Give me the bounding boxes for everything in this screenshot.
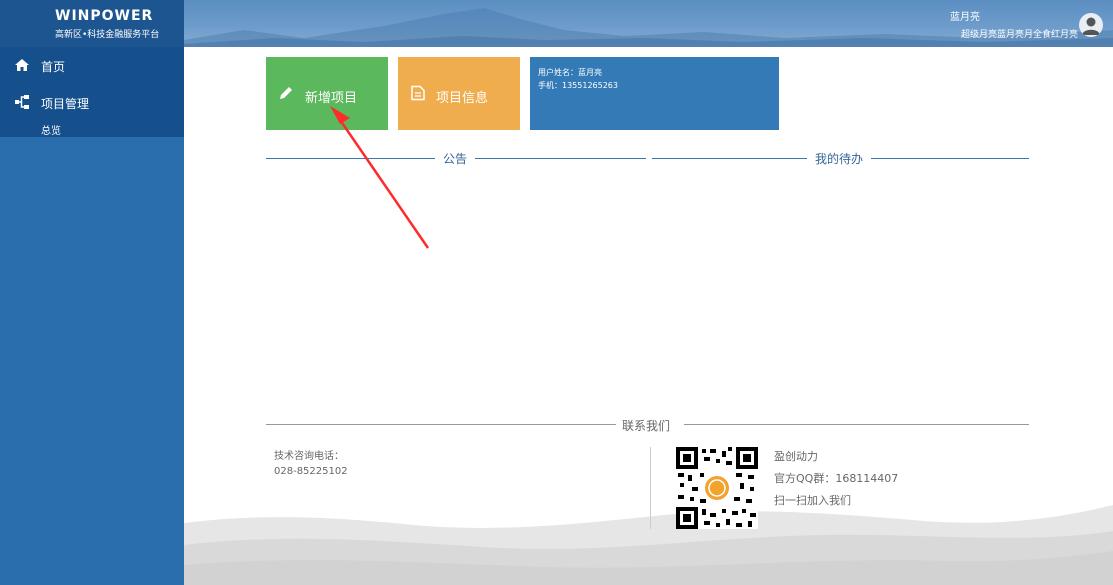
document-icon [411,85,425,101]
sidebar-item-label: 项目管理 [41,97,90,111]
footer-separator [650,447,651,529]
red-arrow-annotation [330,106,430,249]
contact-title: 联系我们 [622,419,671,433]
sitemap-icon [15,95,29,109]
tech-support-label: 技术咨询电话： [274,451,344,462]
company-name: 盈创动力 [774,450,818,463]
user-info-card: 用户姓名：蓝月亮 手机：13551265263 [530,57,779,130]
top-header: 蓝月亮 超级月亮蓝月亮月全食红月亮 [184,0,1113,47]
header-user-name: 蓝月亮 [950,12,980,23]
logo-text: WINPOWER [55,8,154,24]
user-avatar-icon[interactable] [1079,13,1103,37]
qr-code-icon [676,447,758,529]
todo-title: 我的待办 [807,150,872,167]
logo-subtitle: 高新区•科技金融服务平台 [55,30,160,40]
qq-group: 官方QQ群：168114407 [774,472,899,485]
project-info-label: 项目信息 [436,91,489,106]
logo: WINPOWER 高新区•科技金融服务平台 [0,0,184,47]
tech-support-phone: 028-85225102 [274,466,348,477]
sidebar: WINPOWER 高新区•科技金融服务平台 首页 项目管理 总览 [0,0,184,585]
contact-divider-right [684,424,1029,425]
home-icon [15,59,29,71]
sidebar-item-label: 首页 [41,60,66,74]
footer: 联系我们 技术咨询电话： 028-85225102 盈创动力 官方QQ群：168… [184,405,1113,585]
pencil-icon [280,87,292,99]
scan-to-join: 扫一扫加入我们 [774,494,851,507]
contact-divider-left [266,424,616,425]
sidebar-subitem-overview[interactable]: 总览 [41,122,61,137]
notice-title: 公告 [435,150,476,167]
user-phone-line: 手机：13551265263 [538,81,618,90]
sidebar-item-project-management[interactable]: 项目管理 [0,85,184,119]
user-name-line: 用户姓名：蓝月亮 [538,68,602,77]
header-user-role: 超级月亮蓝月亮月全食红月亮 [960,30,1078,40]
sidebar-item-home[interactable]: 首页 [0,48,184,82]
